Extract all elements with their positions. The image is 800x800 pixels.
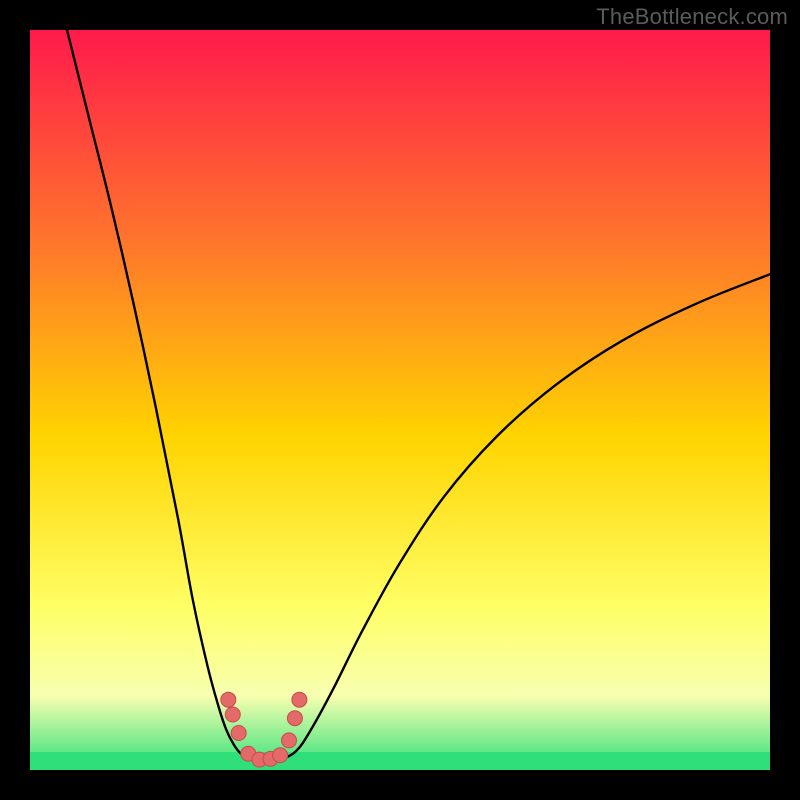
gradient-background [30, 30, 770, 770]
trough-marker [225, 707, 240, 722]
plot-area [30, 30, 770, 770]
outer-frame: TheBottleneck.com [0, 0, 800, 800]
watermark-text: TheBottleneck.com [596, 4, 788, 30]
trough-marker [231, 726, 246, 741]
trough-marker [282, 733, 297, 748]
trough-marker [221, 692, 236, 707]
trough-marker [287, 711, 302, 726]
trough-marker [273, 748, 288, 763]
trough-marker [292, 692, 307, 707]
green-band [30, 752, 770, 770]
chart-svg [30, 30, 770, 770]
